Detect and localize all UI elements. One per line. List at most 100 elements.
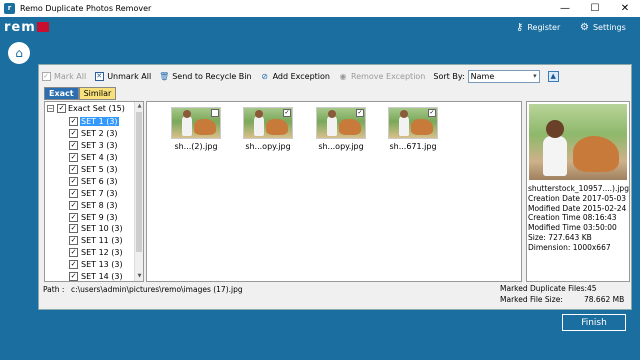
set-checkbox[interactable]: ✓: [69, 248, 78, 258]
preview-size: Size: 727.643 KB: [528, 232, 592, 242]
preview-dimension: Dimension: 1000x667: [528, 242, 611, 252]
logo-o-block: [36, 22, 49, 32]
sort-by-select[interactable]: Name ▾: [467, 69, 540, 83]
arrow-up-icon: ▲: [550, 72, 556, 80]
tree-item-label: SET 9 (3): [81, 212, 118, 222]
tree-item-label: SET 10 (3): [81, 224, 123, 234]
path-value: c:\users\admin\pictures\remo\images (17)…: [71, 285, 243, 294]
thumbnail-image[interactable]: [171, 107, 221, 139]
thumbnail-checkbox[interactable]: ✓: [356, 109, 364, 117]
thumbnail-filename: sh...opy.jpg: [318, 142, 364, 151]
set-checkbox[interactable]: ✓: [69, 176, 78, 186]
photo-thumbnail[interactable]: ✓ sh...671.jpg: [388, 107, 438, 151]
thumbnail-image[interactable]: ✓: [388, 107, 438, 139]
set-checkbox[interactable]: ✓: [69, 260, 78, 270]
set-checkbox[interactable]: ✓: [69, 224, 78, 234]
mark-all-button[interactable]: ✓ Mark All: [41, 71, 86, 81]
match-type-tabs: Exact Similar: [44, 87, 117, 100]
thumbnail-grid: sh...(2).jpg ✓ sh...opy.jpg ✓ sh...opy.jpg ✓ s…: [146, 101, 522, 282]
tree-item[interactable]: ✓ SET 8 (3): [69, 199, 124, 211]
set-checkbox[interactable]: ✓: [69, 165, 78, 174]
thumbnail-checkbox[interactable]: ✓: [428, 109, 436, 117]
sort-order-button[interactable]: ▲: [547, 70, 559, 82]
photo-thumbnail[interactable]: sh...(2).jpg: [171, 107, 221, 151]
maximize-button[interactable]: ☐: [580, 0, 610, 17]
close-button[interactable]: ✕: [610, 0, 640, 17]
tree-item-label: SET 2 (3): [81, 129, 118, 139]
tree-item[interactable]: ✓ SET 1 (3): [69, 116, 124, 128]
thumbnail-filename: sh...(2).jpg: [174, 142, 218, 151]
collapse-icon[interactable]: −: [47, 105, 54, 112]
preview-modified-date: Modified Date 2015-02-24: [528, 203, 627, 213]
set-checkbox[interactable]: ✓: [69, 200, 78, 210]
tree-list: ✓ SET 1 (3) ✓ SET 2 (3) ✓ SET 3 (3) ✓ SET 4 (3)…: [69, 116, 124, 281]
unmark-icon: ✕: [94, 71, 104, 81]
remove-exception-button[interactable]: ◉ Remove Exception: [338, 71, 426, 81]
tree-item-label: SET 5 (3): [81, 165, 118, 174]
thumbnail-filename: sh...671.jpg: [389, 142, 437, 151]
tree-item[interactable]: ✓ SET 6 (3): [69, 175, 124, 187]
set-checkbox[interactable]: ✓: [69, 141, 78, 151]
thumbnail-filename: sh...opy.jpg: [245, 142, 291, 151]
main-panel: ✓ Mark All ✕ Unmark All 🗑 Send to Recycl…: [38, 64, 632, 310]
tree-item[interactable]: ✓ SET 12 (3): [69, 247, 124, 259]
tree-item-label: SET 4 (3): [81, 153, 118, 163]
tree-item[interactable]: ✓ SET 4 (3): [69, 152, 124, 164]
photo-thumbnail[interactable]: ✓ sh...opy.jpg: [243, 107, 293, 151]
set-checkbox[interactable]: ✓: [69, 117, 78, 127]
tree-scrollbar[interactable]: ▲ ▼: [134, 102, 143, 281]
preview-filename: shutterstock_10957....).jpg: [528, 184, 629, 193]
photo-thumbnail[interactable]: ✓ sh...opy.jpg: [316, 107, 366, 151]
minimize-button[interactable]: —: [550, 0, 580, 17]
set-checkbox[interactable]: ✓: [69, 188, 78, 198]
tree-item-label: SET 13 (3): [81, 260, 123, 270]
tab-similar[interactable]: Similar: [78, 87, 117, 100]
checkbox-icon: ✓: [41, 71, 51, 81]
tree-item-label: SET 12 (3): [81, 248, 123, 258]
tree-item-label: SET 8 (3): [81, 200, 118, 210]
tree-item-label: SET 7 (3): [81, 188, 118, 198]
tree-item[interactable]: ✓ SET 9 (3): [69, 211, 124, 223]
add-exception-button[interactable]: ⊘ Add Exception: [260, 71, 330, 81]
toolbar: ✓ Mark All ✕ Unmark All 🗑 Send to Recycl…: [41, 68, 559, 84]
thumbnail-image[interactable]: ✓: [243, 107, 293, 139]
set-checkbox[interactable]: ✓: [69, 129, 78, 139]
tree-root[interactable]: − ✓ Exact Set (15): [47, 104, 125, 113]
tree-item[interactable]: ✓ SET 5 (3): [69, 164, 124, 176]
home-button[interactable]: ⌂: [8, 42, 30, 64]
tree-item[interactable]: ✓ SET 2 (3): [69, 128, 124, 140]
gear-icon: ⚙: [580, 21, 589, 33]
window-controls: — ☐ ✕: [550, 0, 640, 17]
path-label: Path :: [43, 285, 65, 294]
send-to-recycle-bin-button[interactable]: 🗑 Send to Recycle Bin: [159, 71, 251, 81]
root-checkbox[interactable]: ✓: [57, 104, 66, 113]
scroll-down-icon[interactable]: ▼: [135, 272, 143, 281]
tab-exact[interactable]: Exact: [44, 87, 79, 100]
marked-files-label: Marked Duplicate Files:: [500, 284, 588, 293]
tree-item[interactable]: ✓ SET 3 (3): [69, 140, 124, 152]
thumbnail-image[interactable]: ✓: [316, 107, 366, 139]
set-checkbox[interactable]: ✓: [69, 212, 78, 222]
set-checkbox[interactable]: ✓: [69, 272, 78, 281]
remo-logo: rem: [4, 20, 49, 35]
scroll-thumb[interactable]: [136, 112, 142, 252]
unmark-all-button[interactable]: ✕ Unmark All: [94, 71, 151, 81]
set-checkbox[interactable]: ✓: [69, 236, 78, 246]
title-bar: r Remo Duplicate Photos Remover — ☐ ✕: [0, 0, 640, 17]
settings-button[interactable]: ⚙ Settings: [580, 20, 626, 34]
tree-item[interactable]: ✓ SET 14 (3): [69, 271, 124, 281]
scroll-up-icon[interactable]: ▲: [135, 102, 143, 111]
tree-item[interactable]: ✓ SET 10 (3): [69, 223, 124, 235]
preview-image: [529, 104, 627, 180]
preview-pane: shutterstock_10957....).jpg Creation Dat…: [526, 101, 630, 282]
tree-item[interactable]: ✓ SET 13 (3): [69, 259, 124, 271]
tree-item[interactable]: ✓ SET 11 (3): [69, 235, 124, 247]
key-icon: ⚷: [516, 21, 524, 33]
register-button[interactable]: ⚷ Register: [516, 20, 560, 34]
thumbnail-checkbox[interactable]: [211, 109, 219, 117]
thumbnail-checkbox[interactable]: ✓: [283, 109, 291, 117]
finish-button[interactable]: Finish: [562, 314, 626, 331]
tree-item[interactable]: ✓ SET 7 (3): [69, 187, 124, 199]
tree-item-label: SET 11 (3): [81, 236, 123, 246]
set-checkbox[interactable]: ✓: [69, 153, 78, 163]
